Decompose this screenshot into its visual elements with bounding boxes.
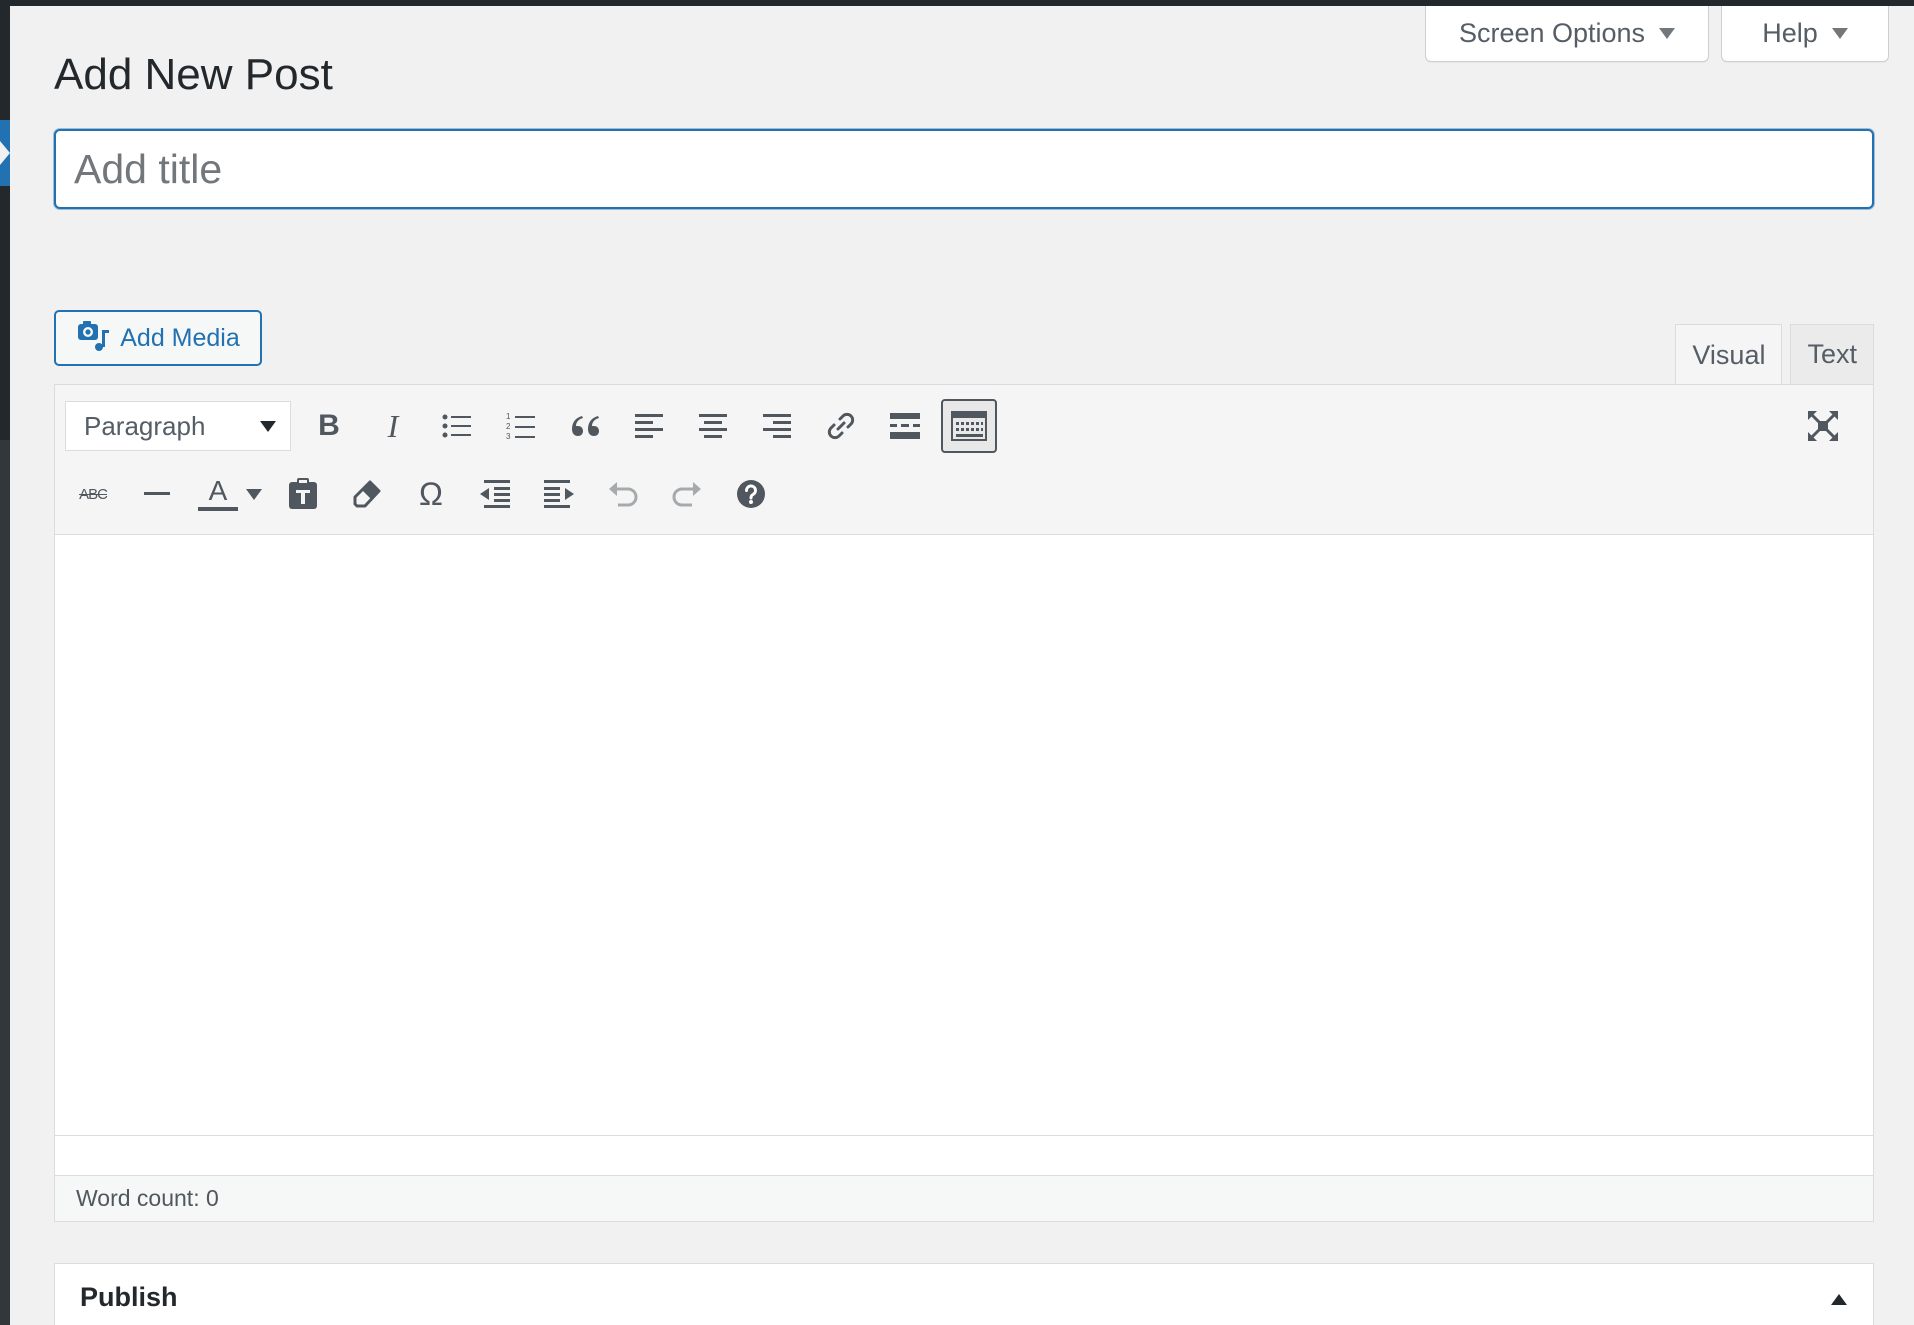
- clear-formatting-icon: [353, 480, 381, 508]
- publish-box-title: Publish: [80, 1282, 178, 1312]
- word-count: Word count: 0: [76, 1185, 219, 1211]
- paste-as-text-icon: [289, 478, 317, 509]
- read-more-button[interactable]: [877, 399, 933, 453]
- toolbar-toggle-icon: [951, 411, 987, 441]
- caret-down-icon: [1659, 28, 1676, 39]
- editor-content-area[interactable]: [55, 535, 1873, 1135]
- caret-down-icon: [260, 420, 276, 432]
- align-right-icon: [763, 414, 791, 438]
- bulleted-list-button[interactable]: [429, 399, 485, 453]
- italic-button[interactable]: I: [365, 399, 421, 453]
- fullscreen-icon: [1808, 411, 1838, 441]
- format-select-value: Paragraph: [84, 410, 206, 441]
- clear-formatting-button[interactable]: [339, 467, 395, 521]
- blockquote-button[interactable]: [557, 399, 613, 453]
- bold-icon: B: [318, 409, 340, 442]
- post-editor: Paragraph B I 1 2 3 ABC A Ω Word count: …: [54, 384, 1874, 1222]
- editor-toolbar: Paragraph B I 1 2 3 ABC A Ω: [55, 385, 1873, 535]
- align-left-icon: [635, 414, 663, 438]
- strikethrough-icon: ABC: [79, 485, 108, 503]
- page-title: Add New Post: [54, 50, 333, 99]
- toolbar-row-1: Paragraph B I 1 2 3: [65, 399, 1005, 453]
- special-character-button[interactable]: Ω: [403, 467, 459, 521]
- link-icon: [827, 412, 855, 440]
- strikethrough-button[interactable]: ABC: [65, 467, 121, 521]
- toolbar-row-2: ABC A Ω: [65, 467, 787, 521]
- admin-menu-edge: [0, 440, 10, 1325]
- undo-icon: [609, 482, 638, 507]
- horizontal-line-button[interactable]: [129, 467, 185, 521]
- help-button[interactable]: Help: [1721, 6, 1889, 62]
- current-menu-indicator: [0, 120, 10, 186]
- collapse-toggle-icon[interactable]: [1831, 1294, 1847, 1305]
- align-right-button[interactable]: [749, 399, 805, 453]
- outdent-icon: [480, 480, 510, 508]
- redo-icon: [672, 482, 701, 507]
- keyboard-shortcuts-button[interactable]: [723, 467, 779, 521]
- add-media-button[interactable]: Add Media: [54, 310, 262, 366]
- svg-text:2: 2: [506, 422, 511, 431]
- add-media-label: Add Media: [120, 323, 240, 352]
- help-icon: [737, 480, 765, 508]
- tab-visual[interactable]: Visual: [1675, 324, 1783, 386]
- text-color-button[interactable]: A: [193, 467, 267, 521]
- main-content: Screen Options Help Add New Post Add Med…: [10, 6, 1914, 1325]
- insert-link-button[interactable]: [813, 399, 869, 453]
- bulleted-list-icon: [442, 414, 471, 438]
- text-color-icon: A: [198, 477, 238, 511]
- align-left-button[interactable]: [621, 399, 677, 453]
- screen-options-label: Screen Options: [1458, 18, 1646, 48]
- svg-text:3: 3: [506, 432, 511, 441]
- read-more-icon: [890, 413, 920, 439]
- blockquote-icon: [572, 416, 599, 436]
- svg-text:1: 1: [506, 412, 511, 421]
- screen-options-button[interactable]: Screen Options: [1425, 6, 1709, 62]
- paste-as-text-button[interactable]: [275, 467, 331, 521]
- horizontal-line-icon: [144, 492, 170, 495]
- post-title-input[interactable]: [54, 129, 1874, 209]
- indent-icon: [544, 480, 574, 508]
- italic-icon: I: [387, 407, 399, 444]
- outdent-button[interactable]: [467, 467, 523, 521]
- caret-down-icon: [1831, 28, 1848, 39]
- align-center-button[interactable]: [685, 399, 741, 453]
- numbered-list-button[interactable]: 1 2 3: [493, 399, 549, 453]
- editor-path-bar: [55, 1135, 1873, 1175]
- format-select[interactable]: Paragraph: [65, 401, 291, 451]
- editor-tabs: Visual Text: [1675, 324, 1874, 386]
- numbered-list-icon: 1 2 3: [506, 412, 535, 441]
- special-character-icon: Ω: [419, 475, 443, 512]
- publish-box: Publish: [54, 1263, 1874, 1325]
- editor-status-bar: Word count: 0: [55, 1175, 1873, 1221]
- add-media-icon: [76, 318, 110, 359]
- undo-button[interactable]: [595, 467, 651, 521]
- fullscreen-button[interactable]: [1795, 399, 1851, 453]
- tab-text[interactable]: Text: [1790, 324, 1874, 384]
- help-label: Help: [1762, 18, 1818, 48]
- bold-button[interactable]: B: [301, 399, 357, 453]
- caret-down-icon: [246, 488, 262, 500]
- align-center-icon: [699, 414, 727, 438]
- indent-button[interactable]: [531, 467, 587, 521]
- toolbar-toggle-button[interactable]: [941, 399, 997, 453]
- redo-button[interactable]: [659, 467, 715, 521]
